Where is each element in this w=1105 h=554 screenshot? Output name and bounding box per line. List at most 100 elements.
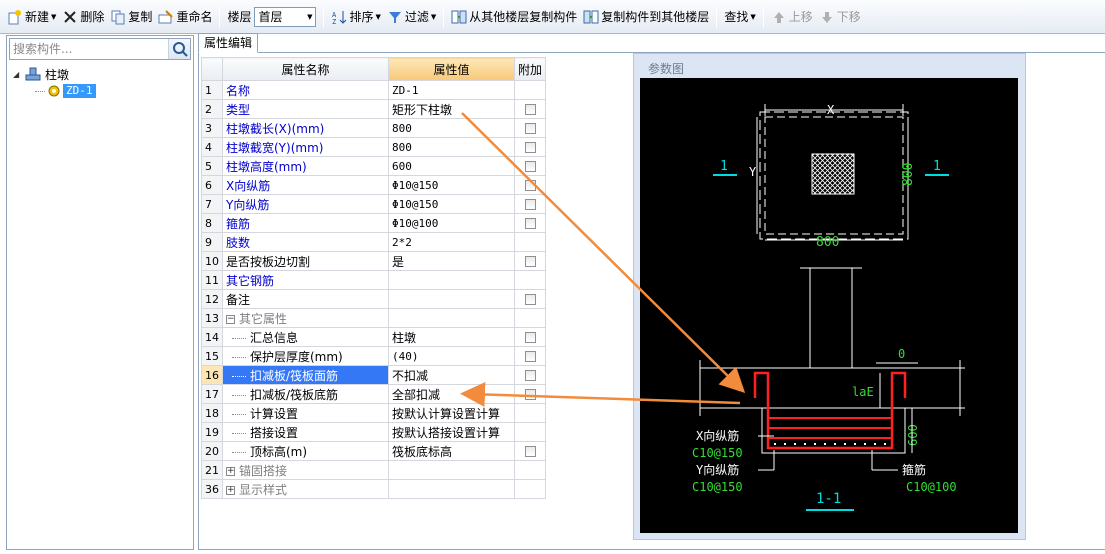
property-value-cell[interactable]: ZD-1 (388, 80, 515, 100)
property-name-cell[interactable]: 名称 (222, 80, 389, 100)
property-row[interactable]: 16 扣减板/筏板面筋 不扣减 (201, 365, 547, 385)
property-row[interactable]: 17 扣减板/筏板底筋 全部扣减 (201, 384, 547, 404)
property-name-cell[interactable]: 是否按板边切割 (222, 251, 389, 271)
rename-button[interactable]: 重命名 (155, 5, 215, 29)
sort-button[interactable]: AZ 排序 ▼ (328, 5, 383, 29)
extra-checkbox[interactable] (524, 446, 536, 457)
extra-checkbox[interactable] (524, 370, 536, 381)
property-row[interactable]: 7 Y向纵筋 Φ10@150 (201, 194, 547, 214)
header-name[interactable]: 属性名称 (222, 57, 389, 81)
property-name-cell[interactable]: 柱墩截长(X)(mm) (222, 118, 389, 138)
property-name-cell[interactable]: 搭接设置 (222, 422, 389, 442)
property-value-cell[interactable]: (40) (388, 346, 515, 366)
property-value-cell[interactable] (388, 479, 515, 499)
property-name-cell[interactable]: 汇总信息 (222, 327, 389, 347)
header-value[interactable]: 属性值 (388, 57, 515, 81)
floor-select[interactable]: 首层 ▼ (254, 6, 317, 27)
property-row[interactable]: 14 汇总信息 柱墩 (201, 327, 547, 347)
property-name-cell[interactable]: 柱墩截宽(Y)(mm) (222, 137, 389, 157)
expand-icon[interactable]: + (226, 485, 235, 495)
extra-checkbox[interactable] (524, 351, 536, 362)
extra-checkbox[interactable] (524, 332, 536, 343)
property-row[interactable]: 5 柱墩高度(mm) 600 (201, 156, 547, 176)
property-value-cell[interactable] (388, 308, 515, 328)
extra-checkbox[interactable] (524, 104, 536, 115)
property-name-cell[interactable]: 顶标高(m) (222, 441, 389, 461)
expand-icon[interactable]: + (226, 466, 235, 476)
tree-item-root[interactable]: ◢ 柱墩 (13, 66, 96, 82)
collapse-icon[interactable]: − (226, 314, 235, 324)
property-name-cell[interactable]: + 显示样式 (222, 479, 389, 499)
property-value-cell[interactable]: 600 (388, 156, 515, 176)
header-extra[interactable]: 附加 (513, 57, 547, 81)
extra-checkbox[interactable] (524, 142, 536, 153)
extra-checkbox[interactable] (524, 199, 536, 210)
property-row[interactable]: 19 搭接设置 按默认搭接设置计算 (201, 422, 547, 442)
property-name-cell[interactable]: 箍筋 (222, 213, 389, 233)
property-row[interactable]: 20 顶标高(m) 筏板底标高 (201, 441, 547, 461)
property-row[interactable]: 15 保护层厚度(mm) (40) (201, 346, 547, 366)
property-name-cell[interactable]: Y向纵筋 (222, 194, 389, 214)
property-value-cell[interactable]: 全部扣减 (388, 384, 515, 404)
property-row[interactable]: 3 柱墩截长(X)(mm) 800 (201, 118, 547, 138)
extra-checkbox[interactable] (524, 389, 536, 400)
property-row[interactable]: 4 柱墩截宽(Y)(mm) 800 (201, 137, 547, 157)
copy-button[interactable]: 复制 (107, 5, 155, 29)
property-value-cell[interactable]: Φ10@100 (388, 213, 515, 233)
move-down-button[interactable]: 下移 (816, 5, 864, 29)
move-up-button[interactable]: 上移 (768, 5, 816, 29)
property-name-cell[interactable]: 保护层厚度(mm) (222, 346, 389, 366)
property-name-cell[interactable]: − 其它属性 (222, 308, 389, 328)
property-row[interactable]: 12 备注 (201, 289, 547, 309)
property-name-cell[interactable]: 其它钢筋 (222, 270, 389, 290)
copy-to-other-floor-button[interactable]: 复制构件到其他楼层 (580, 5, 712, 29)
property-value-cell[interactable]: 2*2 (388, 232, 515, 252)
extra-checkbox[interactable] (524, 294, 536, 305)
property-name-cell[interactable]: 计算设置 (222, 403, 389, 423)
property-value-cell[interactable]: 不扣减 (388, 365, 515, 385)
property-value-cell[interactable]: 筏板底标高 (388, 441, 515, 461)
property-name-cell[interactable]: 扣减板/筏板底筋 (222, 384, 389, 404)
property-value-cell[interactable]: Φ10@150 (388, 194, 515, 214)
search-input[interactable] (10, 40, 166, 58)
property-row[interactable]: 1 名称 ZD-1 (201, 80, 547, 100)
property-row[interactable]: 9 肢数 2*2 (201, 232, 547, 252)
property-name-cell[interactable]: 柱墩高度(mm) (222, 156, 389, 176)
property-name-cell[interactable]: 类型 (222, 99, 389, 119)
property-row[interactable]: 10 是否按板边切割 是 (201, 251, 547, 271)
extra-checkbox[interactable] (524, 123, 536, 134)
new-button[interactable]: 新建 ▼ (4, 5, 59, 29)
property-row[interactable]: 2 类型 矩形下柱墩 (201, 99, 547, 119)
property-name-cell[interactable]: 备注 (222, 289, 389, 309)
property-row[interactable]: 8 箍筋 Φ10@100 (201, 213, 547, 233)
property-name-cell[interactable]: 肢数 (222, 232, 389, 252)
filter-button[interactable]: 过滤 ▼ (384, 5, 439, 29)
property-value-cell[interactable]: 柱墩 (388, 327, 515, 347)
property-row[interactable]: 13− 其它属性 (201, 308, 547, 328)
property-row[interactable]: 11 其它钢筋 (201, 270, 547, 290)
property-value-cell[interactable]: 是 (388, 251, 515, 271)
search-button[interactable] (168, 39, 190, 59)
property-name-cell[interactable]: 扣减板/筏板面筋 (222, 365, 389, 385)
copy-from-other-floor-button[interactable]: 从其他楼层复制构件 (448, 5, 580, 29)
extra-checkbox[interactable] (524, 161, 536, 172)
property-row[interactable]: 18 计算设置 按默认计算设置计算 (201, 403, 547, 423)
property-value-cell[interactable] (388, 270, 515, 290)
tree-item-zd1[interactable]: ZD-1 (13, 83, 96, 99)
property-value-cell[interactable]: Φ10@150 (388, 175, 515, 195)
tab-property-edit[interactable]: 属性编辑 (198, 33, 258, 53)
property-value-cell[interactable] (388, 289, 515, 309)
delete-button[interactable]: 删除 (59, 5, 107, 29)
property-value-cell[interactable]: 按默认搭接设置计算 (388, 422, 515, 442)
extra-checkbox[interactable] (524, 180, 536, 191)
tree-collapse-icon[interactable]: ◢ (13, 70, 25, 79)
property-value-cell[interactable]: 矩形下柱墩 (388, 99, 515, 119)
property-row[interactable]: 21 + 锚固搭接 (201, 460, 547, 480)
property-value-cell[interactable]: 800 (388, 118, 515, 138)
property-name-cell[interactable]: + 锚固搭接 (222, 460, 389, 480)
property-value-cell[interactable]: 800 (388, 137, 515, 157)
find-button[interactable]: 查找 ▼ (721, 5, 758, 29)
property-name-cell[interactable]: X向纵筋 (222, 175, 389, 195)
property-row[interactable]: 6 X向纵筋 Φ10@150 (201, 175, 547, 195)
extra-checkbox[interactable] (524, 218, 536, 229)
